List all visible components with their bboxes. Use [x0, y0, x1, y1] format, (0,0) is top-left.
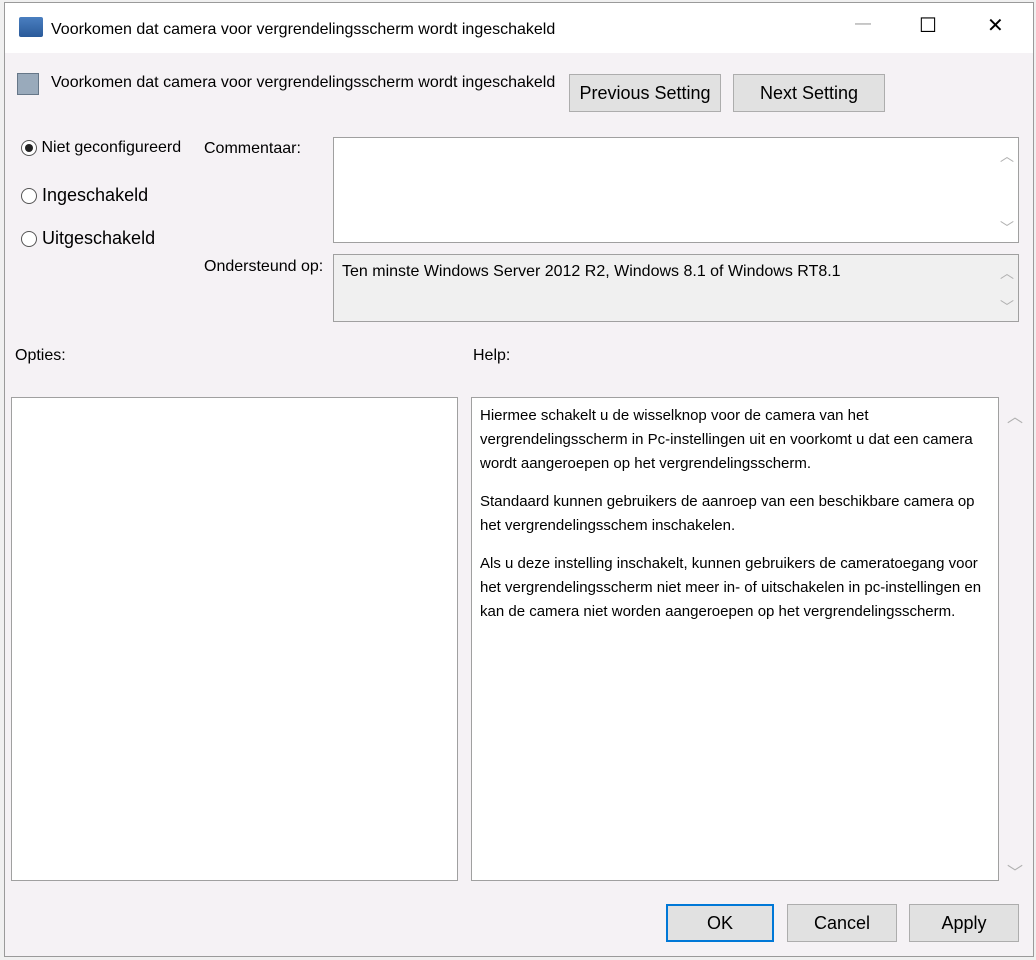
- supported-label: Ondersteund op:: [204, 258, 324, 275]
- help-label: Help:: [473, 347, 511, 364]
- cancel-button[interactable]: Cancel: [787, 904, 897, 942]
- help-panel: Hiermee schakelt u de wisselknop voor de…: [471, 397, 999, 881]
- radio-icon: [21, 231, 37, 248]
- scroll-down-icon[interactable]: ﹀: [1000, 297, 1014, 317]
- radio-label: Uitgeschakeld: [42, 228, 156, 248]
- help-scroll-up-icon[interactable]: ︿: [1007, 403, 1023, 427]
- maximize-button[interactable]: ☐: [919, 13, 937, 38]
- policy-setting-dialog: Voorkomen dat camera voor vergrendelings…: [4, 2, 1034, 957]
- policy-icon: [17, 73, 39, 95]
- radio-disabled[interactable]: Uitgeschakeld: [21, 228, 155, 249]
- supported-value: Ten minste Windows Server 2012 R2, Windo…: [342, 263, 841, 280]
- close-button[interactable]: ✕: [987, 13, 1004, 38]
- options-label: Opties:: [15, 347, 66, 364]
- scroll-up-icon[interactable]: ︿: [1000, 263, 1014, 283]
- radio-label: Niet geconfigureerd: [41, 139, 182, 156]
- radio-icon: [21, 188, 37, 205]
- radio-icon: [21, 139, 37, 156]
- help-scroll-down-icon[interactable]: ﹀: [1007, 859, 1023, 883]
- help-paragraph: Hiermee schakelt u de wisselknop voor de…: [480, 407, 973, 472]
- help-paragraph: Als u deze instelling inschakelt, kunnen…: [480, 555, 982, 620]
- comment-textarea[interactable]: ︿ ﹀: [333, 137, 1019, 243]
- minimize-button[interactable]: —: [855, 15, 871, 33]
- help-paragraph: Standaard kunnen gebruikers de aanroep v…: [480, 493, 975, 534]
- next-setting-button[interactable]: Next Setting: [733, 74, 885, 112]
- scroll-up-icon[interactable]: ︿: [1000, 146, 1014, 166]
- apply-button[interactable]: Apply: [909, 904, 1019, 942]
- supported-on-field: Ten minste Windows Server 2012 R2, Windo…: [333, 254, 1019, 322]
- window-title: Voorkomen dat camera voor vergrendelings…: [51, 21, 556, 38]
- scroll-down-icon[interactable]: ﹀: [1000, 218, 1014, 238]
- app-icon: [19, 17, 43, 37]
- ok-button[interactable]: OK: [666, 904, 774, 942]
- title-bar: Voorkomen dat camera voor vergrendelings…: [5, 3, 1033, 53]
- comment-label: Commentaar:: [204, 140, 301, 157]
- previous-setting-button[interactable]: Previous Setting: [569, 74, 721, 112]
- radio-label: Ingeschakeld: [42, 185, 149, 205]
- radio-not-configured[interactable]: Niet geconfigureerd: [21, 139, 181, 157]
- radio-enabled[interactable]: Ingeschakeld: [21, 185, 148, 206]
- options-panel: [11, 397, 458, 881]
- setting-title: Voorkomen dat camera voor vergrendelings…: [51, 74, 556, 91]
